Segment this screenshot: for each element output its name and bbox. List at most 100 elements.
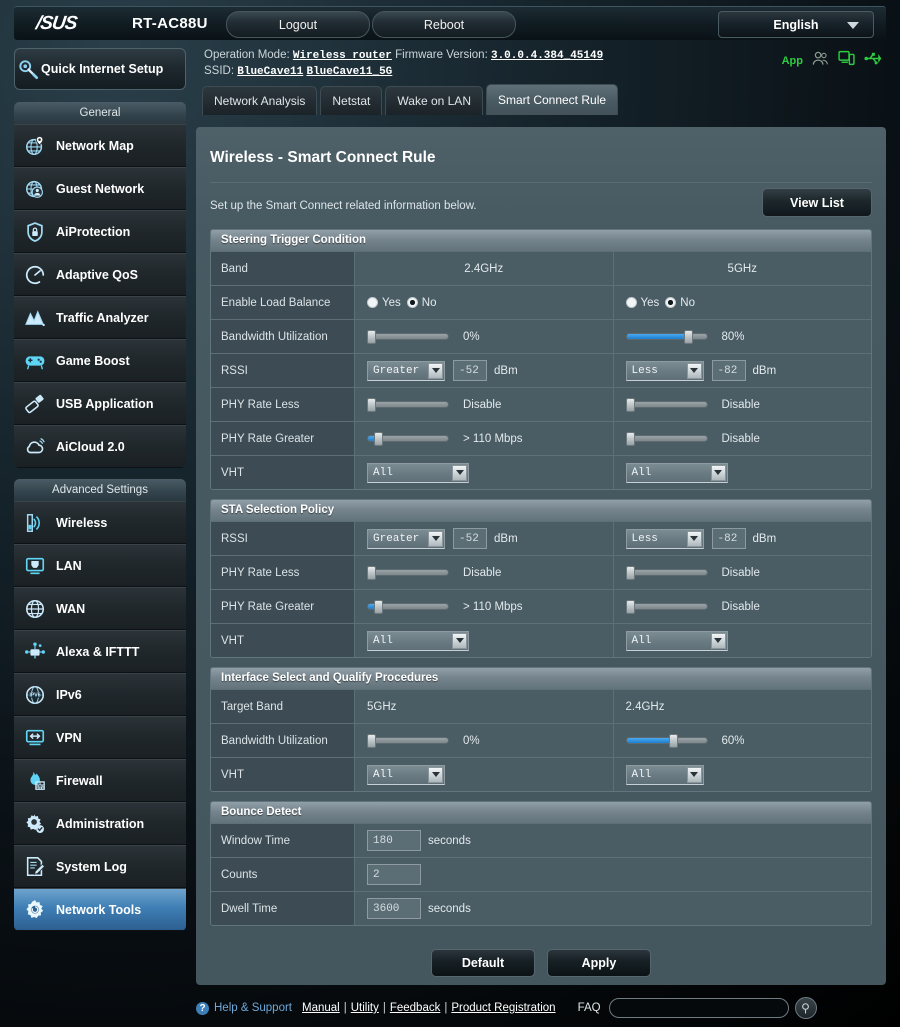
cloud-icon <box>22 434 48 460</box>
rssi-5ghz-input[interactable]: -82 <box>711 360 746 381</box>
slider-knob[interactable] <box>373 600 383 614</box>
faq-search-input[interactable] <box>608 998 789 1018</box>
sidebar-item-system-log[interactable]: System Log <box>14 845 186 888</box>
sidebar-item-vpn[interactable]: VPN <box>14 716 186 759</box>
row-label: Enable Load Balance <box>211 286 355 319</box>
slider-knob[interactable] <box>367 398 376 412</box>
select-value: All <box>631 768 652 781</box>
sidebar-item-adaptive-qos[interactable]: Adaptive QoS <box>14 253 186 296</box>
globe-icon <box>22 596 48 622</box>
slider-knob[interactable] <box>669 734 679 748</box>
sidebar-item-firewall[interactable]: Firewall <box>14 759 186 802</box>
vht-24ghz-select[interactable]: All <box>367 462 469 483</box>
sidebar-item-lan[interactable]: LAN <box>14 544 186 587</box>
input-value: 180 <box>373 834 393 847</box>
sidebar-item-ipv6[interactable]: IPV6 IPv6 <box>14 673 186 716</box>
slider-knob[interactable] <box>367 566 376 580</box>
section-title: STA Selection Policy <box>211 500 871 521</box>
radio-no-24ghz[interactable]: No <box>406 297 436 309</box>
sta-rssi-24ghz-input[interactable]: -52 <box>453 528 487 549</box>
wireless-clients-icon[interactable] <box>838 50 855 71</box>
slider-knob[interactable] <box>625 600 635 614</box>
operation-mode-value[interactable]: Wireless router <box>293 50 392 62</box>
tab-smart-connect-rule[interactable]: Smart Connect Rule <box>485 84 619 115</box>
product-registration-link[interactable]: Product Registration <box>451 1002 555 1014</box>
sta-phy-less-5ghz-cell: Disable <box>613 556 871 589</box>
apply-button[interactable]: Apply <box>547 949 651 977</box>
sidebar-item-wireless[interactable]: Wireless <box>14 501 186 544</box>
dwell-time-input[interactable]: 3600 <box>367 898 421 919</box>
sidebar-item-aicloud[interactable]: AiCloud 2.0 <box>14 425 186 468</box>
rssi-24ghz-operator-select[interactable]: Greater <box>367 360 445 381</box>
bandwidth-5ghz-slider[interactable] <box>625 330 708 344</box>
sidebar-item-network-tools[interactable]: Network Tools <box>14 888 186 931</box>
phy-less-5ghz-slider[interactable] <box>625 398 708 412</box>
slider-knob[interactable] <box>625 566 635 580</box>
sta-vht-5ghz-select[interactable]: All <box>625 630 728 651</box>
sidebar-item-guest-network[interactable]: Guest Network <box>14 167 186 210</box>
window-time-cell: 180 seconds <box>355 824 871 857</box>
app-label[interactable]: App <box>782 55 803 67</box>
sta-phy-less-5ghz-slider[interactable] <box>625 566 708 580</box>
iface-bandwidth-right-slider[interactable] <box>625 734 708 748</box>
sidebar-item-aiprotection[interactable]: AiProtection <box>14 210 186 253</box>
sta-vht-24ghz-select[interactable]: All <box>367 630 469 651</box>
rssi-24ghz-input[interactable]: -52 <box>453 360 487 381</box>
counts-input[interactable]: 2 <box>367 864 421 885</box>
tab-netstat[interactable]: Netstat <box>320 86 383 115</box>
logout-button[interactable]: Logout <box>226 11 370 38</box>
search-icon[interactable]: ⚲ <box>794 997 817 1019</box>
bandwidth-24ghz-slider[interactable] <box>367 330 449 344</box>
sta-rssi-5ghz-operator-select[interactable]: Less <box>625 528 704 549</box>
sta-phy-less-24ghz-slider[interactable] <box>367 566 449 580</box>
feedback-link[interactable]: Feedback <box>390 1002 441 1014</box>
firmware-value[interactable]: 3.0.0.4.384_45149 <box>491 50 603 62</box>
sidebar-item-wan[interactable]: WAN <box>14 587 186 630</box>
sidebar-item-traffic-analyzer[interactable]: Traffic Analyzer <box>14 296 186 339</box>
sta-phy-greater-24ghz-slider[interactable] <box>367 600 449 614</box>
slider-knob[interactable] <box>367 330 376 344</box>
utility-link[interactable]: Utility <box>351 1002 379 1014</box>
iface-bandwidth-left-slider[interactable] <box>367 734 449 748</box>
reboot-button[interactable]: Reboot <box>372 11 516 38</box>
radio-yes-5ghz[interactable]: Yes <box>625 297 659 309</box>
ssid-24ghz-value[interactable]: BlueCave11 <box>237 66 303 78</box>
sta-rssi-5ghz-input[interactable]: -82 <box>711 528 746 549</box>
vht-5ghz-select[interactable]: All <box>625 462 728 483</box>
clients-icon[interactable] <box>812 51 829 71</box>
sidebar-item-network-map[interactable]: Network Map <box>14 124 186 167</box>
radio-yes-24ghz[interactable]: Yes <box>367 297 401 309</box>
slider-knob[interactable] <box>683 330 693 344</box>
sta-vht-5ghz-cell: All <box>613 624 871 657</box>
usb-status-icon[interactable] <box>864 51 882 71</box>
view-list-button[interactable]: View List <box>762 188 872 217</box>
iface-vht-right-select[interactable]: All <box>625 764 704 785</box>
slider-knob[interactable] <box>625 398 635 412</box>
tab-wake-on-lan[interactable]: Wake on LAN <box>385 86 483 115</box>
sta-rssi-24ghz-operator-select[interactable]: Greater <box>367 528 445 549</box>
sidebar-item-usb-application[interactable]: USB Application <box>14 382 186 425</box>
radio-no-5ghz[interactable]: No <box>665 297 695 309</box>
default-button[interactable]: Default <box>431 949 535 977</box>
sidebar-item-game-boost[interactable]: Game Boost <box>14 339 186 382</box>
sta-phy-greater-5ghz-slider[interactable] <box>625 600 708 614</box>
window-time-input[interactable]: 180 <box>367 830 421 851</box>
phy-greater-24ghz-slider[interactable] <box>367 432 449 446</box>
manual-link[interactable]: Manual <box>302 1002 340 1014</box>
ssid-5ghz-value[interactable]: BlueCave11_5G <box>306 66 392 78</box>
sidebar-item-administration[interactable]: Administration <box>14 802 186 845</box>
slider-knob[interactable] <box>367 734 376 748</box>
chevron-down-icon <box>428 766 443 783</box>
band-5ghz-value: 5GHz <box>613 252 871 285</box>
row-label: PHY Rate Greater <box>211 590 355 623</box>
slider-knob[interactable] <box>373 432 383 446</box>
phy-less-24ghz-slider[interactable] <box>367 398 449 412</box>
rssi-5ghz-operator-select[interactable]: Less <box>625 360 704 381</box>
quick-internet-setup-button[interactable]: Quick Internet Setup <box>14 48 186 90</box>
iface-vht-left-select[interactable]: All <box>367 764 445 785</box>
slider-knob[interactable] <box>625 432 635 446</box>
tab-network-analysis[interactable]: Network Analysis <box>202 86 318 115</box>
language-selector[interactable]: English <box>718 11 874 38</box>
sidebar-item-alexa-ifttt[interactable]: Alexa & IFTTT <box>14 630 186 673</box>
phy-greater-5ghz-slider[interactable] <box>625 432 708 446</box>
